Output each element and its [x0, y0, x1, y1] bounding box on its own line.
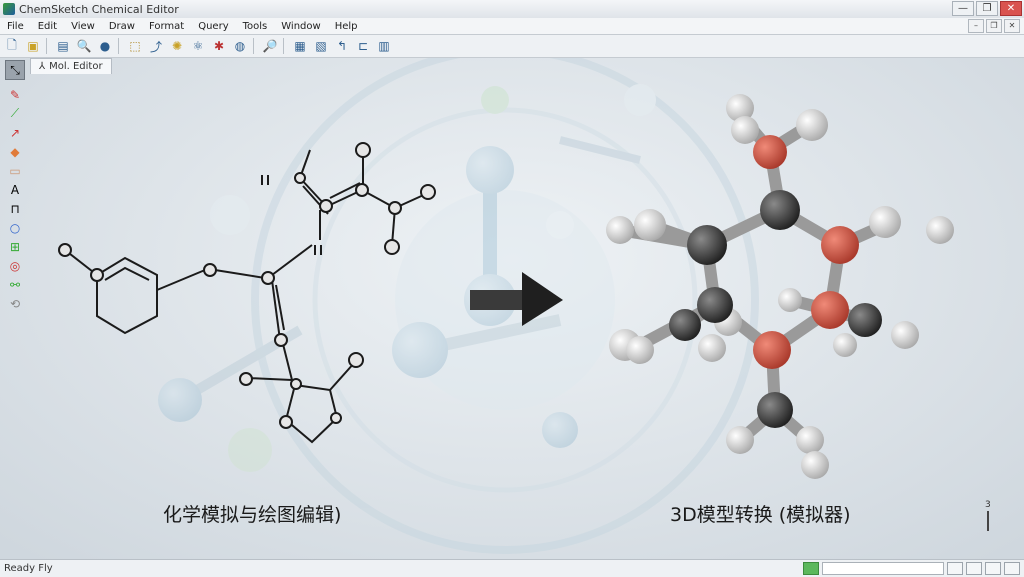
paste-icon[interactable]: ▦ — [291, 37, 309, 55]
pencil-icon[interactable]: ✎ — [5, 86, 25, 103]
select-tool-icon[interactable]: ⤡ — [5, 60, 25, 80]
save-icon[interactable]: ▤ — [54, 37, 72, 55]
menu-window[interactable]: Window — [274, 21, 327, 32]
menu-view[interactable]: View — [64, 21, 102, 32]
lightbulb-icon[interactable]: ✺ — [168, 37, 186, 55]
clean-icon[interactable]: ⟲ — [5, 295, 25, 312]
menu-query[interactable]: Query — [191, 21, 235, 32]
menu-tools[interactable]: Tools — [236, 21, 275, 32]
window-title: ChemSketch Chemical Editor — [19, 2, 179, 16]
layout-icon[interactable]: ▥ — [375, 37, 393, 55]
lasso-icon[interactable]: ◎ — [5, 257, 25, 274]
caption-3d-conversion: 3D模型转换 (模拟器) — [670, 504, 851, 526]
doc-close-icon[interactable]: ✕ — [1004, 19, 1020, 33]
toolbar-separator — [46, 38, 47, 54]
text-icon[interactable]: A — [5, 181, 25, 198]
globe-icon[interactable]: ◍ — [231, 37, 249, 55]
open-icon[interactable]: ▣ — [24, 37, 42, 55]
minimize-button[interactable]: — — [952, 1, 974, 16]
app-icon — [3, 3, 15, 15]
eraser-icon[interactable]: ◆ — [5, 143, 25, 160]
doc-minimize-icon[interactable]: – — [968, 19, 984, 33]
window-controls: — ❐ ✕ — [952, 1, 1022, 16]
maximize-button[interactable]: ❐ — [976, 1, 998, 16]
template-icon[interactable]: ⊞ — [5, 238, 25, 255]
menu-file[interactable]: File — [0, 21, 31, 32]
menu-help[interactable]: Help — [328, 21, 365, 32]
new-icon[interactable]: 🗋 — [3, 37, 21, 55]
caption-2d-editor: 化学模拟与绘图编辑) — [163, 504, 342, 526]
menu-edit[interactable]: Edit — [31, 21, 64, 32]
select-icon[interactable]: ⬚ — [126, 37, 144, 55]
rect-icon[interactable]: ▭ — [5, 162, 25, 179]
bracket-icon[interactable]: ⊓ — [5, 200, 25, 217]
atom-icon[interactable]: ⚛ — [189, 37, 207, 55]
page-marker-bar — [987, 511, 989, 531]
link-icon[interactable]: ⚯ — [5, 276, 25, 293]
menu-bar: File Edit View Draw Format Query Tools W… — [0, 18, 1024, 35]
toolbar-separator — [253, 38, 254, 54]
undo-icon[interactable]: ▧ — [312, 37, 330, 55]
page-marker: 3 — [985, 500, 991, 531]
chain-icon[interactable]: ⟋ — [5, 105, 25, 122]
status-box-2[interactable] — [966, 562, 982, 575]
sphere-icon[interactable]: ● — [96, 37, 114, 55]
copy-icon[interactable]: 🔎 — [261, 37, 279, 55]
toolbar-separator — [118, 38, 119, 54]
doc-restore-icon[interactable]: ❐ — [986, 19, 1002, 33]
side-toolbar: ⤡ ✎ ⟋ ↗ ◆ ▭ A ⊓ ○ ⊞ ◎ ⚯ ⟲ — [2, 60, 28, 314]
tab-mol-editor[interactable]: ⅄ Mol. Editor — [30, 58, 112, 74]
status-indicator-icon — [803, 562, 819, 575]
title-bar: ChemSketch Chemical Editor — ❐ ✕ — [0, 0, 1024, 19]
close-button[interactable]: ✕ — [1000, 1, 1022, 16]
status-field — [822, 562, 944, 575]
canvas-background — [0, 0, 1024, 576]
ring-icon[interactable]: ○ — [5, 219, 25, 236]
status-bar: Ready Fly — [0, 559, 1024, 577]
bond-icon[interactable]: ✱ — [210, 37, 228, 55]
redo-icon[interactable]: ↰ — [333, 37, 351, 55]
menu-format[interactable]: Format — [142, 21, 191, 32]
main-toolbar: 🗋 ▣ ▤ 🔍 ● ⬚ ⤴ ✺ ⚛ ✱ ◍ 🔎 ▦ ▧ ↰ ⊏ ▥ — [0, 35, 1024, 58]
rotate-icon[interactable]: ⤴ — [147, 37, 165, 55]
tab-label: Mol. Editor — [49, 61, 103, 72]
status-box-3[interactable] — [985, 562, 1001, 575]
status-box-4[interactable] — [1004, 562, 1020, 575]
menu-draw[interactable]: Draw — [102, 21, 142, 32]
status-text: Ready Fly — [4, 563, 53, 574]
editor-tabs: ⅄ Mol. Editor — [30, 58, 112, 74]
toolbar-separator — [283, 38, 284, 54]
arrow-tool-icon[interactable]: ↗ — [5, 124, 25, 141]
status-box-1[interactable] — [947, 562, 963, 575]
page-marker-label: 3 — [985, 500, 991, 510]
tab-icon: ⅄ — [39, 61, 46, 72]
grid-icon[interactable]: ⊏ — [354, 37, 372, 55]
zoom-icon[interactable]: 🔍 — [75, 37, 93, 55]
